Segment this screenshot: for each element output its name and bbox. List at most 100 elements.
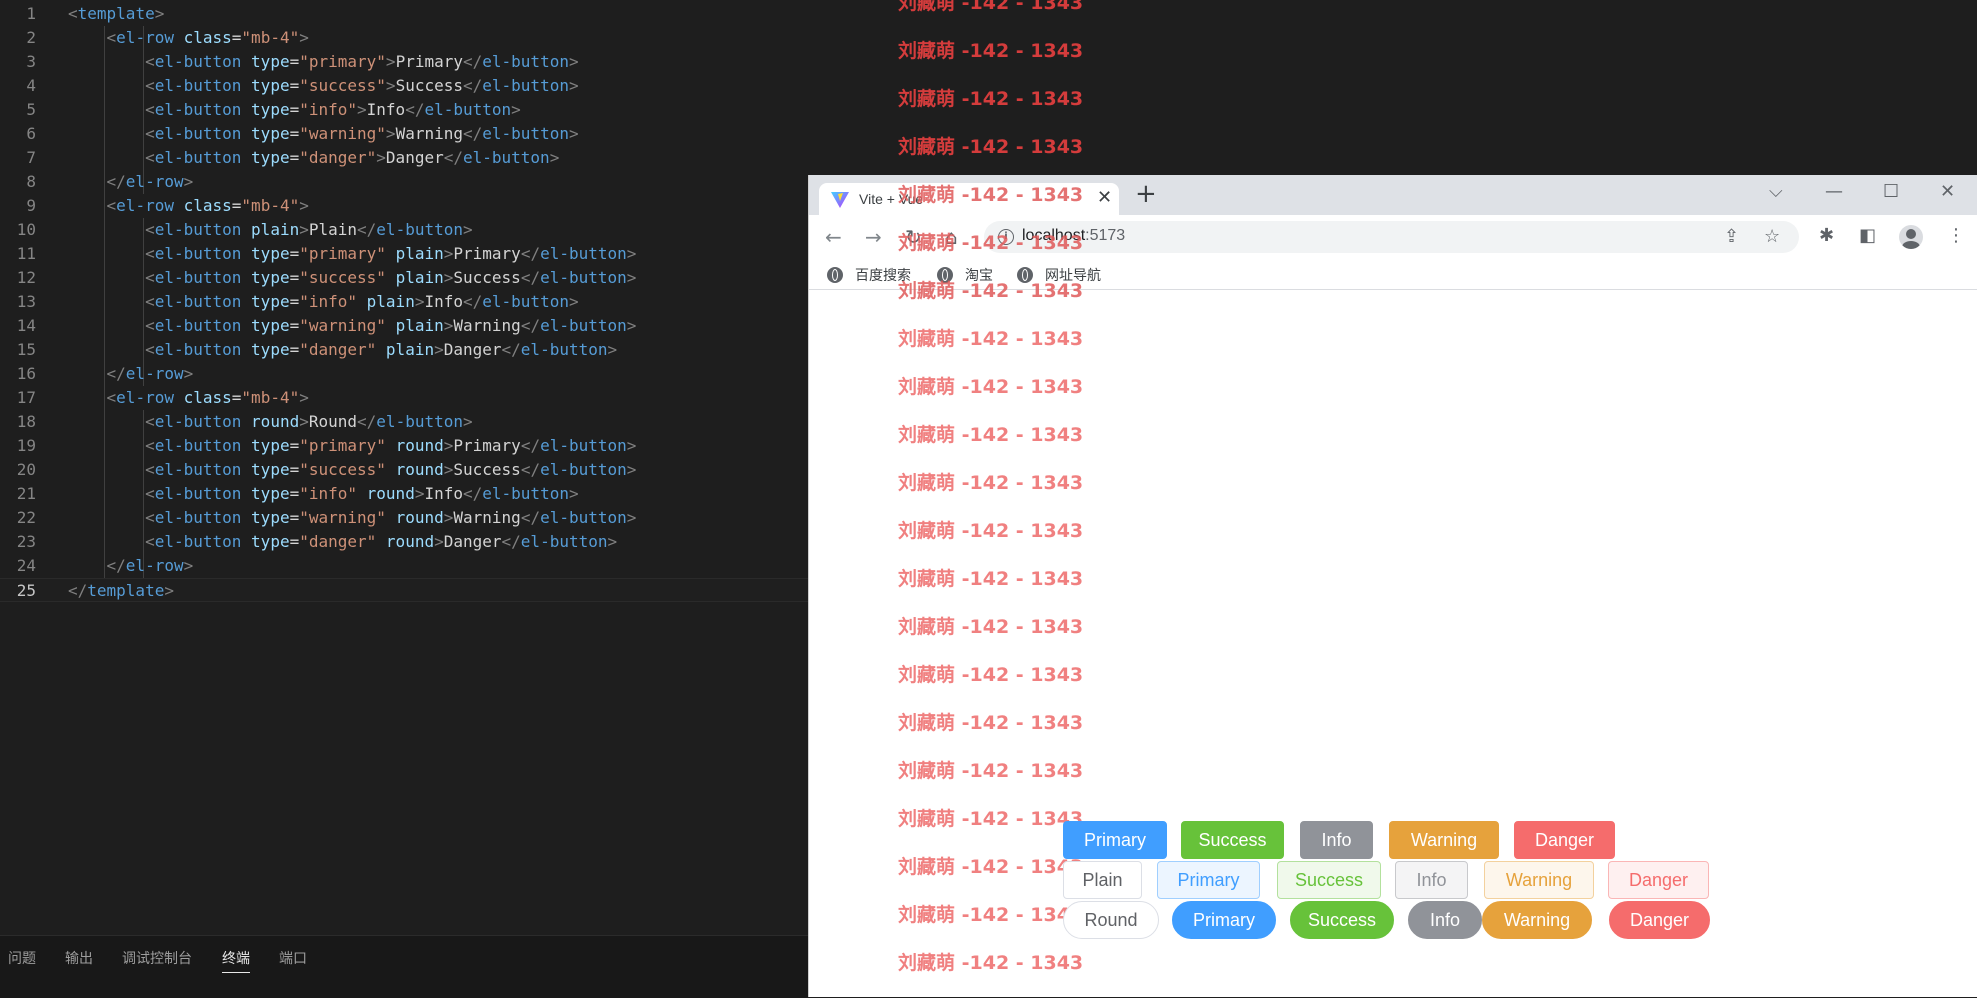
code-line[interactable]: 14 <el-button type="warning" plain>Warni… xyxy=(0,314,808,338)
code-text: <el-button type="success">Success</el-bu… xyxy=(145,76,579,95)
success-round-button[interactable]: Success xyxy=(1290,901,1394,939)
warning-plain-button[interactable]: Warning xyxy=(1484,861,1594,899)
code-text: <el-row class="mb-4"> xyxy=(106,196,309,215)
background-label: 刘藏萌 -142 - 1343 xyxy=(898,136,1084,158)
background-label: 刘藏萌 -142 - 1343 xyxy=(898,520,1084,542)
default-plain-button[interactable]: Plain xyxy=(1063,861,1142,899)
code-line[interactable]: 21 <el-button type="info" round>Info</el… xyxy=(0,482,808,506)
code-line[interactable]: 8 </el-row> xyxy=(0,170,808,194)
code-line[interactable]: 12 <el-button type="success" plain>Succe… xyxy=(0,266,808,290)
star-icon[interactable]: ☆ xyxy=(1764,226,1780,247)
code-line[interactable]: 22 <el-button type="warning" round>Warni… xyxy=(0,506,808,530)
background-label: 刘藏萌 -142 - 1343 xyxy=(898,568,1084,590)
success-solid-button[interactable]: Success xyxy=(1181,821,1284,859)
line-number: 2 xyxy=(26,28,36,47)
puzzle-icon[interactable]: ✱ xyxy=(1819,225,1834,246)
code-text: </template> xyxy=(68,581,174,600)
code-line[interactable]: 9 <el-row class="mb-4"> xyxy=(0,194,808,218)
globe-icon xyxy=(827,267,843,283)
panel-tab-debug-console[interactable]: 调试控制台 xyxy=(122,948,192,968)
primary-plain-button[interactable]: Primary xyxy=(1157,861,1260,899)
code-line[interactable]: 23 <el-button type="danger" round>Danger… xyxy=(0,530,808,554)
code-text: <el-button type="danger" plain>Danger</e… xyxy=(145,340,618,359)
panel-tab-ports[interactable]: 端口 xyxy=(279,948,307,968)
code-line[interactable]: 1 <template> xyxy=(0,2,808,26)
warning-round-button[interactable]: Warning xyxy=(1482,901,1592,939)
code-line[interactable]: 19 <el-button type="primary" round>Prima… xyxy=(0,434,808,458)
background-label: 刘藏萌 -142 - 1343 xyxy=(898,88,1084,110)
address-bar[interactable]: i localhost:5173 ⇪ ☆ xyxy=(984,221,1799,253)
info-round-button[interactable]: Info xyxy=(1408,901,1482,939)
line-number: 22 xyxy=(16,508,36,527)
line-number: 5 xyxy=(26,100,36,119)
code-text: <el-button type="danger" round>Danger</e… xyxy=(145,532,618,551)
code-line[interactable]: 5 <el-button type="info">Info</el-button… xyxy=(0,98,808,122)
code-line[interactable]: 7 <el-button type="danger">Danger</el-bu… xyxy=(0,146,808,170)
code-line[interactable]: 10 <el-button plain>Plain</el-button> xyxy=(0,218,808,242)
line-number: 25 xyxy=(16,581,36,600)
primary-solid-button[interactable]: Primary xyxy=(1063,821,1167,859)
panel-tab-terminal[interactable]: 终端 xyxy=(222,948,250,973)
new-tab-icon[interactable]: + xyxy=(1135,181,1157,207)
panel-tab-problems[interactable]: 问题 xyxy=(8,948,36,968)
code-text: <el-row class="mb-4"> xyxy=(106,28,309,47)
background-label: 刘藏萌 -142 - 1343 xyxy=(898,40,1084,62)
code-line[interactable]: 3 <el-button type="primary">Primary</el-… xyxy=(0,50,808,74)
background-label: 刘藏萌 -142 - 1343 xyxy=(898,0,1084,14)
side-panel-icon[interactable]: ◧ xyxy=(1859,225,1876,246)
code-text: <el-button type="primary" plain>Primary<… xyxy=(145,244,637,263)
line-number: 20 xyxy=(16,460,36,479)
line-number: 10 xyxy=(16,220,36,239)
info-solid-button[interactable]: Info xyxy=(1300,821,1373,859)
danger-solid-button[interactable]: Danger xyxy=(1514,821,1615,859)
code-line[interactable]: 11 <el-button type="primary" plain>Prima… xyxy=(0,242,808,266)
bottom-panel: 问题 输出 调试控制台 终端 端口 xyxy=(0,935,808,998)
close-icon[interactable]: ✕ xyxy=(1097,187,1112,208)
code-line[interactable]: 24 </el-row> xyxy=(0,554,808,578)
minimize-icon[interactable]: — xyxy=(1825,181,1843,202)
code-text: <el-button type="info" plain>Info</el-bu… xyxy=(145,292,579,311)
line-number: 1 xyxy=(26,4,36,23)
line-number: 11 xyxy=(16,244,36,263)
info-plain-button[interactable]: Info xyxy=(1395,861,1468,899)
code-line[interactable]: 20 <el-button type="success" round>Succe… xyxy=(0,458,808,482)
back-arrow-icon[interactable]: ← xyxy=(825,225,842,249)
kebab-menu-icon[interactable]: ⋮ xyxy=(1947,225,1965,246)
default-round-button[interactable]: Round xyxy=(1063,901,1159,939)
code-text: <el-button type="success" plain>Success<… xyxy=(145,268,637,287)
line-number: 8 xyxy=(26,172,36,191)
danger-round-button[interactable]: Danger xyxy=(1609,901,1710,939)
background-label: 刘藏萌 -142 - 1343 xyxy=(898,376,1084,398)
code-line[interactable]: 2 <el-row class="mb-4"> xyxy=(0,26,808,50)
avatar-icon[interactable] xyxy=(1899,225,1923,249)
code-editor[interactable]: 1 <template> 2 <el-row class="mb-4"> 3 <el-… xyxy=(0,0,808,935)
code-text: </el-row> xyxy=(106,556,194,575)
code-line[interactable]: 18 <el-button round>Round</el-button> xyxy=(0,410,808,434)
code-line[interactable]: 15 <el-button type="danger" plain>Danger… xyxy=(0,338,808,362)
maximize-icon[interactable]: ☐ xyxy=(1883,181,1899,202)
line-number: 4 xyxy=(26,76,36,95)
danger-plain-button[interactable]: Danger xyxy=(1608,861,1709,899)
code-line[interactable]: 6 <el-button type="warning">Warning</el-… xyxy=(0,122,808,146)
success-plain-button[interactable]: Success xyxy=(1277,861,1381,899)
line-number: 15 xyxy=(16,340,36,359)
code-line[interactable]: 25 </template> xyxy=(0,578,808,602)
background-label: 刘藏萌 -142 - 1343 xyxy=(898,184,1084,206)
background-label: 刘藏萌 -142 - 1343 xyxy=(898,328,1084,350)
line-number: 9 xyxy=(26,196,36,215)
code-line[interactable]: 13 <el-button type="info" plain>Info</el… xyxy=(0,290,808,314)
panel-tab-output[interactable]: 输出 xyxy=(65,948,93,968)
code-line[interactable]: 16 </el-row> xyxy=(0,362,808,386)
code-line[interactable]: 4 <el-button type="success">Success</el-… xyxy=(0,74,808,98)
background-label: 刘藏萌 -142 - 1343 xyxy=(898,808,1084,830)
line-number: 14 xyxy=(16,316,36,335)
tab-search-icon[interactable]: ⌵ xyxy=(1769,181,1783,202)
primary-round-button[interactable]: Primary xyxy=(1172,901,1276,939)
line-number: 6 xyxy=(26,124,36,143)
share-icon[interactable]: ⇪ xyxy=(1724,226,1739,247)
background-label: 刘藏萌 -142 - 1343 xyxy=(898,280,1084,302)
warning-solid-button[interactable]: Warning xyxy=(1389,821,1499,859)
code-line[interactable]: 17 <el-row class="mb-4"> xyxy=(0,386,808,410)
forward-arrow-icon[interactable]: → xyxy=(865,225,882,249)
window-close-icon[interactable]: ✕ xyxy=(1940,181,1955,202)
